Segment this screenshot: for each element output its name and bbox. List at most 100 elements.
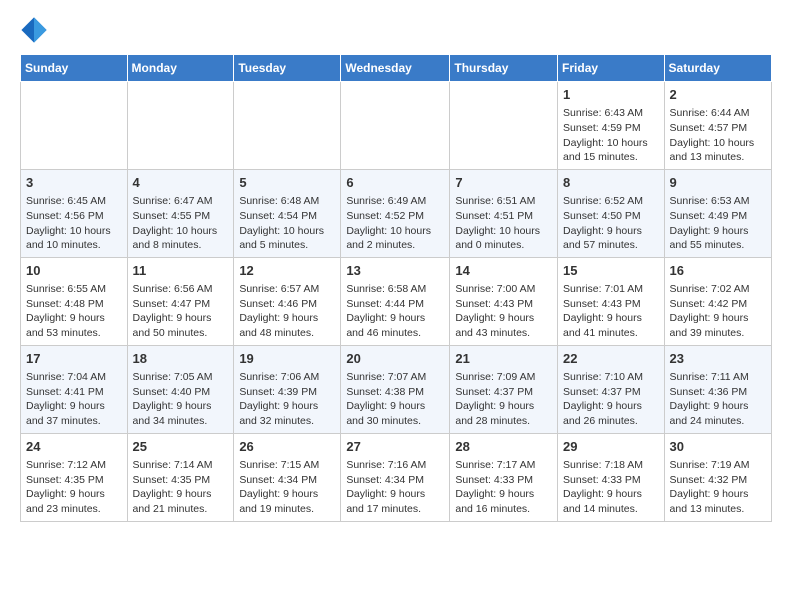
week-row-5: 24Sunrise: 7:12 AM Sunset: 4:35 PM Dayli… [21,433,772,521]
day-info: Sunrise: 6:51 AM Sunset: 4:51 PM Dayligh… [455,194,552,253]
calendar-cell: 26 Sunrise: 7:15 AM Sunset: 4:34 PM Dayli… [234,433,341,521]
day-number: 7 [455,174,552,192]
calendar-cell: 27 Sunrise: 7:16 AM Sunset: 4:34 PM Dayli… [341,433,450,521]
day-info: Sunrise: 6:48 AM Sunset: 4:54 PM Dayligh… [239,194,335,253]
weekday-header-friday: Friday [558,55,665,82]
calendar-cell: 17 Sunrise: 7:04 AM Sunset: 4:41 PM Dayli… [21,345,128,433]
day-info: Sunrise: 7:09 AM Sunset: 4:37 PM Dayligh… [455,370,552,429]
day-number: 8 [563,174,659,192]
day-number: 24 [26,438,122,456]
day-info: Sunrise: 6:56 AM Sunset: 4:47 PM Dayligh… [133,282,229,341]
calendar-cell [127,82,234,170]
calendar-cell: 30 Sunrise: 7:19 AM Sunset: 4:32 PM Dayli… [664,433,771,521]
day-info: Sunrise: 7:14 AM Sunset: 4:35 PM Dayligh… [133,458,229,517]
day-info: Sunrise: 7:02 AM Sunset: 4:42 PM Dayligh… [670,282,766,341]
day-number: 25 [133,438,229,456]
weekday-header-thursday: Thursday [450,55,558,82]
calendar-cell: 13 Sunrise: 6:58 AM Sunset: 4:44 PM Dayli… [341,257,450,345]
calendar-cell: 24Sunrise: 7:12 AM Sunset: 4:35 PM Dayli… [21,433,128,521]
day-info: Sunrise: 6:49 AM Sunset: 4:52 PM Dayligh… [346,194,444,253]
day-number: 17 [26,350,122,368]
day-number: 30 [670,438,766,456]
day-info: Sunrise: 6:58 AM Sunset: 4:44 PM Dayligh… [346,282,444,341]
calendar-cell [21,82,128,170]
day-info: Sunrise: 7:19 AM Sunset: 4:32 PM Dayligh… [670,458,766,517]
calendar-cell: 4 Sunrise: 6:47 AM Sunset: 4:55 PM Daylig… [127,169,234,257]
calendar-cell: 14Sunrise: 7:00 AM Sunset: 4:43 PM Dayli… [450,257,558,345]
day-info: Sunrise: 6:45 AM Sunset: 4:56 PM Dayligh… [26,194,122,253]
day-number: 15 [563,262,659,280]
day-info: Sunrise: 7:10 AM Sunset: 4:37 PM Dayligh… [563,370,659,429]
day-number: 23 [670,350,766,368]
calendar-cell [450,82,558,170]
calendar-cell: 7 Sunrise: 6:51 AM Sunset: 4:51 PM Daylig… [450,169,558,257]
week-row-4: 17 Sunrise: 7:04 AM Sunset: 4:41 PM Dayli… [21,345,772,433]
day-number: 2 [670,86,766,104]
day-number: 19 [239,350,335,368]
day-number: 28 [455,438,552,456]
day-info: Sunrise: 6:43 AM Sunset: 4:59 PM Dayligh… [563,106,659,165]
calendar-cell: 15 Sunrise: 7:01 AM Sunset: 4:43 PM Dayli… [558,257,665,345]
day-info: Sunrise: 7:17 AM Sunset: 4:33 PM Dayligh… [455,458,552,517]
calendar-cell: 10 Sunrise: 6:55 AM Sunset: 4:48 PM Dayli… [21,257,128,345]
day-info: Sunrise: 7:07 AM Sunset: 4:38 PM Dayligh… [346,370,444,429]
day-number: 16 [670,262,766,280]
day-number: 27 [346,438,444,456]
day-number: 13 [346,262,444,280]
day-number: 10 [26,262,122,280]
day-number: 11 [133,262,229,280]
day-number: 26 [239,438,335,456]
calendar-cell: 22 Sunrise: 7:10 AM Sunset: 4:37 PM Dayli… [558,345,665,433]
day-info: Sunrise: 6:55 AM Sunset: 4:48 PM Dayligh… [26,282,122,341]
calendar-cell: 8Sunrise: 6:52 AM Sunset: 4:50 PM Daylig… [558,169,665,257]
calendar-cell: 12Sunrise: 6:57 AM Sunset: 4:46 PM Dayli… [234,257,341,345]
calendar-cell: 20 Sunrise: 7:07 AM Sunset: 4:38 PM Dayli… [341,345,450,433]
day-number: 29 [563,438,659,456]
day-number: 20 [346,350,444,368]
weekday-header-monday: Monday [127,55,234,82]
day-info: Sunrise: 7:11 AM Sunset: 4:36 PM Dayligh… [670,370,766,429]
week-row-3: 10 Sunrise: 6:55 AM Sunset: 4:48 PM Dayli… [21,257,772,345]
day-number: 6 [346,174,444,192]
calendar-cell: 16 Sunrise: 7:02 AM Sunset: 4:42 PM Dayli… [664,257,771,345]
calendar-cell: 28 Sunrise: 7:17 AM Sunset: 4:33 PM Dayli… [450,433,558,521]
weekday-header-tuesday: Tuesday [234,55,341,82]
calendar-cell: 1 Sunrise: 6:43 AM Sunset: 4:59 PM Daylig… [558,82,665,170]
day-info: Sunrise: 6:53 AM Sunset: 4:49 PM Dayligh… [670,194,766,253]
day-number: 22 [563,350,659,368]
logo-icon [20,16,48,44]
day-info: Sunrise: 7:01 AM Sunset: 4:43 PM Dayligh… [563,282,659,341]
week-row-2: 3 Sunrise: 6:45 AM Sunset: 4:56 PM Daylig… [21,169,772,257]
day-info: Sunrise: 6:44 AM Sunset: 4:57 PM Dayligh… [670,106,766,165]
weekday-header-saturday: Saturday [664,55,771,82]
day-number: 5 [239,174,335,192]
calendar-cell: 23 Sunrise: 7:11 AM Sunset: 4:36 PM Dayli… [664,345,771,433]
calendar-cell [341,82,450,170]
day-info: Sunrise: 7:05 AM Sunset: 4:40 PM Dayligh… [133,370,229,429]
day-info: Sunrise: 6:47 AM Sunset: 4:55 PM Dayligh… [133,194,229,253]
day-info: Sunrise: 7:06 AM Sunset: 4:39 PM Dayligh… [239,370,335,429]
header [20,16,772,44]
logo [20,16,52,44]
calendar-cell: 21 Sunrise: 7:09 AM Sunset: 4:37 PM Dayli… [450,345,558,433]
weekday-header-sunday: Sunday [21,55,128,82]
day-info: Sunrise: 7:15 AM Sunset: 4:34 PM Dayligh… [239,458,335,517]
weekday-header-wednesday: Wednesday [341,55,450,82]
day-info: Sunrise: 7:16 AM Sunset: 4:34 PM Dayligh… [346,458,444,517]
calendar-cell: 2 Sunrise: 6:44 AM Sunset: 4:57 PM Daylig… [664,82,771,170]
calendar-cell: 25 Sunrise: 7:14 AM Sunset: 4:35 PM Dayli… [127,433,234,521]
day-info: Sunrise: 6:57 AM Sunset: 4:46 PM Dayligh… [239,282,335,341]
calendar-cell: 9 Sunrise: 6:53 AM Sunset: 4:49 PM Daylig… [664,169,771,257]
day-number: 4 [133,174,229,192]
calendar-cell: 6 Sunrise: 6:49 AM Sunset: 4:52 PM Daylig… [341,169,450,257]
day-info: Sunrise: 7:04 AM Sunset: 4:41 PM Dayligh… [26,370,122,429]
day-number: 1 [563,86,659,104]
calendar-cell: 3 Sunrise: 6:45 AM Sunset: 4:56 PM Daylig… [21,169,128,257]
calendar-cell: 29Sunrise: 7:18 AM Sunset: 4:33 PM Dayli… [558,433,665,521]
calendar-cell: 19 Sunrise: 7:06 AM Sunset: 4:39 PM Dayli… [234,345,341,433]
calendar-cell: 5 Sunrise: 6:48 AM Sunset: 4:54 PM Daylig… [234,169,341,257]
day-number: 21 [455,350,552,368]
day-number: 3 [26,174,122,192]
day-number: 9 [670,174,766,192]
calendar-cell: 18Sunrise: 7:05 AM Sunset: 4:40 PM Dayli… [127,345,234,433]
